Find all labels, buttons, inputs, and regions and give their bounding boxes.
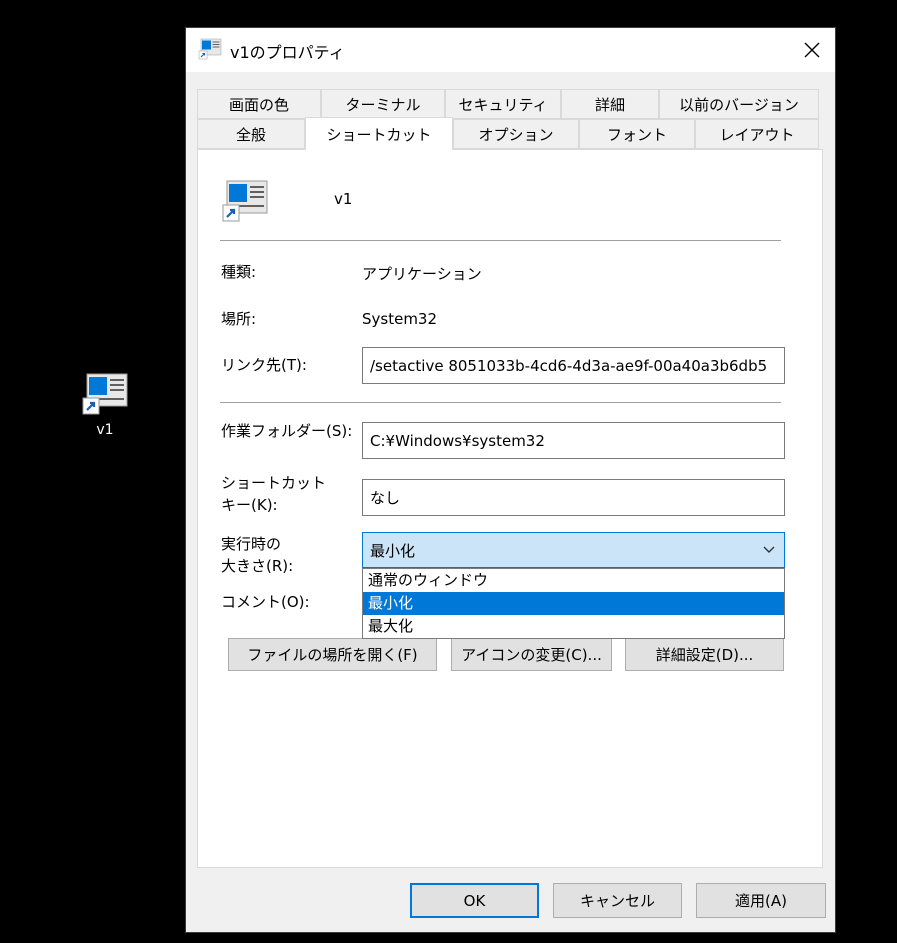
run-size-selected: 最小化	[370, 541, 416, 560]
hotkey-label-line2: キー(K):	[221, 496, 278, 514]
advanced-button[interactable]: 詳細設定(D)...	[625, 638, 784, 671]
run-size-dropdown: 通常のウィンドウ 最小化 最大化	[362, 568, 785, 639]
tab-font[interactable]: フォント	[579, 119, 695, 149]
ok-button[interactable]: OK	[410, 883, 539, 918]
workdir-label: 作業フォルダー(S):	[221, 422, 353, 440]
desktop-icon-label: v1	[96, 422, 114, 438]
shortcut-app-icon	[198, 38, 222, 60]
open-file-location-button[interactable]: ファイルの場所を開く(F)	[228, 638, 437, 671]
tab-color[interactable]: 画面の色	[197, 89, 321, 119]
close-button[interactable]	[794, 34, 830, 66]
run-label-line2: 大きさ(R):	[221, 557, 294, 575]
title-bar[interactable]: v1のプロパティ	[186, 28, 835, 72]
chevron-down-icon	[763, 546, 775, 553]
tab-security[interactable]: セキュリティ	[445, 89, 561, 119]
tab-details[interactable]: 詳細	[561, 89, 659, 119]
change-icon-button[interactable]: アイコンの変更(C)...	[451, 638, 612, 671]
separator	[220, 240, 781, 241]
shortcut-app-icon	[222, 180, 268, 222]
option-normal-window[interactable]: 通常のウィンドウ	[363, 569, 784, 592]
option-maximized[interactable]: 最大化	[363, 615, 784, 638]
workdir-input[interactable]: C:¥Windows¥system32	[362, 422, 785, 459]
target-label: リンク先(T):	[221, 356, 307, 374]
comment-label: コメント(O):	[221, 593, 310, 611]
desktop-shortcut-v1[interactable]: v1	[78, 372, 132, 438]
option-minimized[interactable]: 最小化	[363, 592, 784, 615]
type-value: アプリケーション	[362, 265, 482, 283]
hotkey-input[interactable]: なし	[362, 479, 785, 516]
run-size-select[interactable]: 最小化	[362, 532, 785, 568]
shortcut-app-icon	[82, 373, 128, 415]
separator	[220, 402, 781, 403]
shortcut-name: v1	[334, 190, 353, 208]
tab-previous-versions[interactable]: 以前のバージョン	[659, 89, 819, 119]
location-value: System32	[362, 310, 438, 328]
close-icon	[804, 42, 820, 58]
tab-general[interactable]: 全般	[197, 119, 305, 149]
run-label-line1: 実行時の	[221, 535, 282, 553]
properties-dialog: v1のプロパティ 画面の色 ターミナル セキュリティ 詳細 以前のバージョン 全…	[185, 27, 836, 933]
location-label: 場所:	[221, 310, 257, 328]
hotkey-label-line1: ショートカット	[221, 474, 327, 492]
tab-terminal[interactable]: ターミナル	[321, 89, 445, 119]
tab-options[interactable]: オプション	[453, 119, 579, 149]
shortcut-tab-panel: v1 種類: アプリケーション 場所: System32 リンク先(T): /s…	[197, 149, 823, 868]
apply-button[interactable]: 適用(A)	[696, 883, 826, 918]
window-title: v1のプロパティ	[230, 43, 345, 62]
tab-shortcut[interactable]: ショートカット	[305, 117, 453, 150]
cancel-button[interactable]: キャンセル	[553, 883, 682, 918]
tab-layout[interactable]: レイアウト	[695, 119, 819, 149]
target-input[interactable]: /setactive 8051033b-4cd6-4d3a-ae9f-00a40…	[362, 347, 785, 384]
type-label: 種類:	[221, 263, 257, 281]
